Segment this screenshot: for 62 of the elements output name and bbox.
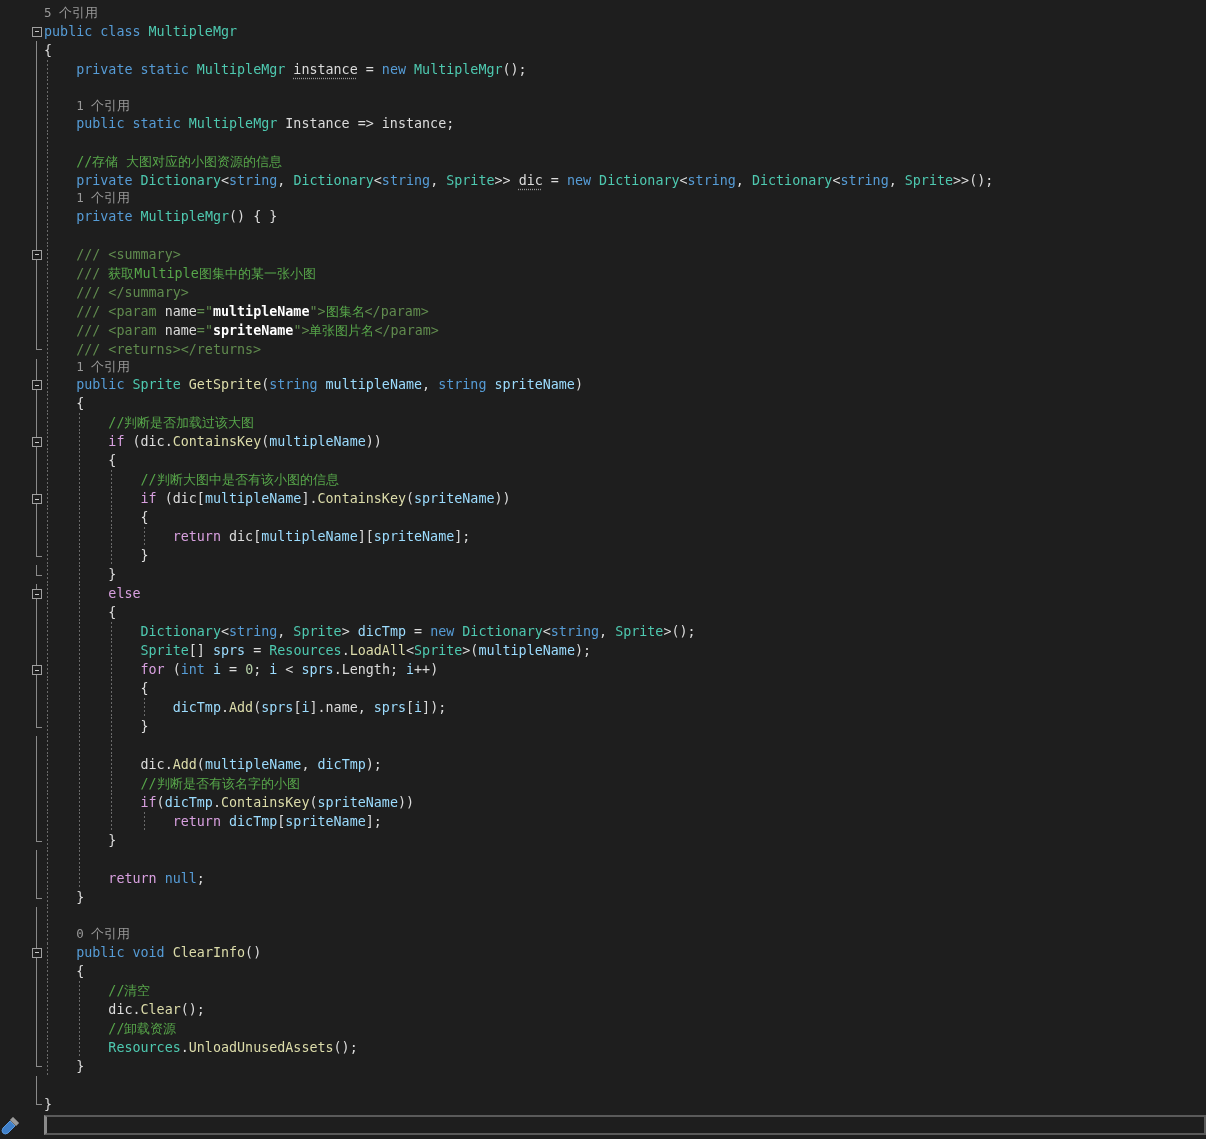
code-line: private MultipleMgr() { }: [76, 207, 278, 226]
code-line: public class MultipleMgr: [44, 22, 238, 41]
reference-count-link[interactable]: 1 个引用: [76, 190, 131, 207]
code-line: /// <returns></returns>: [76, 340, 262, 359]
code-line: //清空: [108, 981, 151, 1000]
code-line: }: [76, 889, 85, 907]
collapse-icon[interactable]: [32, 665, 42, 675]
code-line: {: [76, 962, 85, 981]
code-line: private Dictionary<string, Dictionary<string, Sprite>> dic = new Dictionary<string, Dictionary<string, Sprite>>();: [76, 172, 994, 190]
reference-count-link[interactable]: 5 个引用: [44, 5, 99, 22]
code-line: }: [108, 566, 117, 584]
reference-count-link[interactable]: 1 个引用: [76, 358, 131, 375]
code-line: /// <summary>: [76, 245, 181, 264]
code-line: if (dic.ContainsKey(multipleName)): [108, 433, 382, 451]
collapse-icon[interactable]: [32, 437, 42, 447]
code-line: /// </summary>: [76, 283, 189, 302]
code-line: }: [44, 1095, 53, 1114]
code-line: dic.Add(multipleName, dicTmp);: [140, 756, 382, 774]
code-line: Sprite[] sprs = Resources.LoadAll<Sprite>(multipleName);: [140, 642, 592, 660]
code-line: for (int i = 0; i < sprs.Length; i++): [140, 661, 439, 679]
code-line: //卸载资源: [108, 1019, 177, 1038]
code-line: {: [44, 41, 53, 60]
reference-count-link[interactable]: 1 个引用: [76, 97, 131, 114]
code-line: {: [108, 604, 117, 622]
collapse-icon[interactable]: [32, 249, 42, 260]
collapse-icon[interactable]: [32, 494, 42, 504]
code-line: {: [140, 509, 149, 527]
collapse-icon[interactable]: [32, 380, 42, 390]
brush-icon[interactable]: [1, 1114, 21, 1135]
code-line: public static MultipleMgr Instance => instance;: [76, 115, 455, 133]
collapse-icon[interactable]: [32, 589, 42, 599]
code-line: dic.Clear();: [108, 1000, 205, 1019]
collapse-icon[interactable]: [32, 26, 42, 37]
code-line: }: [76, 1057, 85, 1076]
code-line: public void ClearInfo(): [76, 943, 262, 962]
code-line: return dicTmp[spriteName];: [172, 813, 382, 831]
code-line: }: [140, 718, 149, 736]
code-line: private static MultipleMgr instance = new MultipleMgr();: [76, 60, 527, 79]
code-line: /// <param name="spriteName">单张图片名</param>: [76, 321, 439, 340]
code-line: Dictionary<string, Sprite> dicTmp = new Dictionary<string, Sprite>();: [140, 623, 696, 641]
code-line: return dic[multipleName][spriteName];: [172, 528, 471, 546]
code-line: }: [108, 832, 117, 850]
code-line: if (dic[multipleName].ContainsKey(spriteName)): [140, 490, 511, 508]
horizontal-scrollbar[interactable]: [44, 1114, 1206, 1135]
code-line: //判断是否加载过该大图: [108, 414, 255, 432]
code-line: else: [108, 585, 141, 603]
collapse-icon[interactable]: [32, 947, 42, 958]
code-line: /// 获取Multiple图集中的某一张小图: [76, 264, 316, 283]
code-line: public Sprite GetSprite(string multipleName, string spriteName): [76, 376, 583, 394]
code-line: {: [108, 452, 117, 470]
code-line: {: [140, 680, 149, 698]
code-line: //判断大图中是否有该小图的信息: [140, 471, 339, 489]
code-line: //判断是否有该名字的小图: [140, 775, 300, 793]
code-line: //存储 大图对应的小图资源的信息: [76, 153, 283, 171]
code-line: if(dicTmp.ContainsKey(spriteName)): [140, 794, 415, 812]
code-line: }: [140, 547, 149, 565]
code-line: Resources.UnloadUnusedAssets();: [108, 1038, 358, 1057]
code-line: return null;: [108, 870, 205, 888]
code-line: dicTmp.Add(sprs[i].name, sprs[i]);: [172, 699, 447, 717]
code-line: /// <param name="multipleName">图集名</param>: [76, 302, 429, 321]
reference-count-link[interactable]: 0 个引用: [76, 926, 131, 943]
code-line: {: [76, 395, 85, 413]
